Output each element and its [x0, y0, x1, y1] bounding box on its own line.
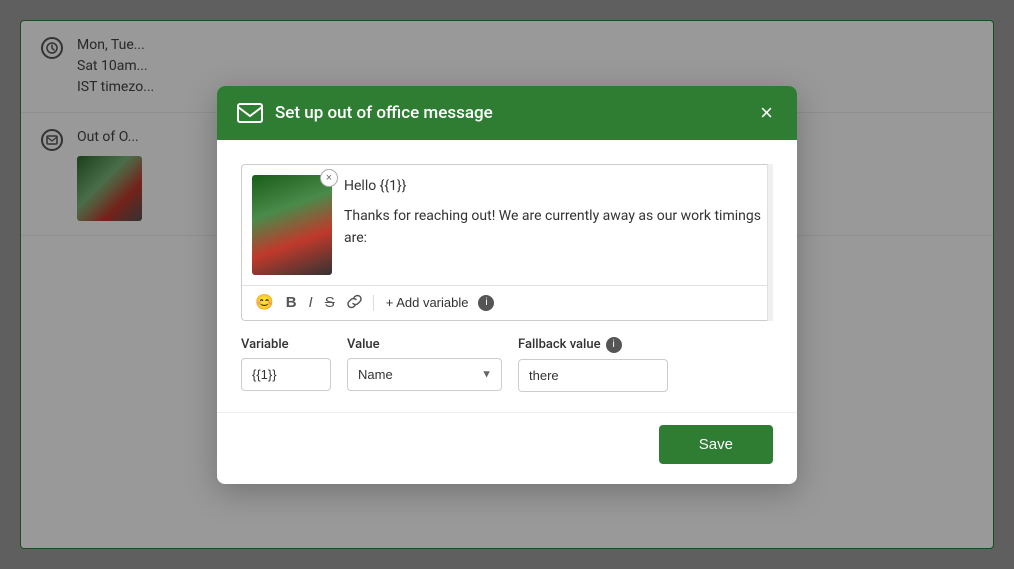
modal-overlay: Set up out of office message × × Hello {…: [0, 0, 1014, 569]
variable-field-group: Variable: [241, 337, 331, 391]
fallback-label: Fallback value: [518, 337, 601, 352]
fallback-input[interactable]: [518, 359, 668, 392]
scrollbar[interactable]: [767, 164, 773, 321]
message-line-1: Hello {{1}}: [344, 175, 762, 197]
message-text: Hello {{1}} Thanks for reaching out! We …: [344, 175, 762, 275]
message-image-wrap: ×: [252, 175, 332, 275]
variable-row: Variable Value Name Email Phone Custom ▼: [241, 337, 773, 392]
modal-header-left: Set up out of office message: [237, 103, 493, 123]
italic-button[interactable]: I: [306, 293, 316, 312]
remove-image-button[interactable]: ×: [320, 169, 338, 187]
add-variable-button[interactable]: + Add variable: [382, 293, 473, 312]
toolbar-info-icon[interactable]: i: [478, 295, 494, 311]
message-image: [252, 175, 332, 275]
mail-header-icon: [237, 103, 263, 123]
message-editor-wrap: × Hello {{1}} Thanks for reaching out! W…: [241, 164, 773, 321]
save-button[interactable]: Save: [659, 425, 773, 464]
editor-toolbar: 😊 B I S + Add variable: [242, 285, 772, 320]
value-label: Value: [347, 337, 502, 352]
toolbar-divider: [373, 295, 374, 311]
message-line-2: Thanks for reaching out! We are currentl…: [344, 205, 762, 250]
strike-button[interactable]: S: [322, 293, 338, 312]
fallback-field-group: Fallback value i: [518, 337, 668, 392]
value-field-group: Value Name Email Phone Custom ▼: [347, 337, 502, 391]
message-editor[interactable]: × Hello {{1}} Thanks for reaching out! W…: [241, 164, 773, 321]
modal-footer: Save: [217, 412, 797, 484]
bold-button[interactable]: B: [283, 293, 300, 312]
link-icon: [347, 294, 362, 309]
add-variable-label: + Add variable: [386, 295, 469, 310]
value-select[interactable]: Name Email Phone Custom: [347, 358, 502, 391]
emoji-button[interactable]: 😊: [252, 293, 277, 312]
variable-input[interactable]: [241, 358, 331, 391]
value-select-wrap: Name Email Phone Custom ▼: [347, 358, 502, 391]
message-content: × Hello {{1}} Thanks for reaching out! W…: [242, 165, 772, 285]
close-button[interactable]: ×: [756, 102, 777, 124]
fallback-label-row: Fallback value i: [518, 337, 668, 353]
modal-title: Set up out of office message: [275, 103, 493, 123]
link-button[interactable]: [344, 292, 365, 314]
fallback-info-icon[interactable]: i: [606, 337, 622, 353]
modal-dialog: Set up out of office message × × Hello {…: [217, 86, 797, 484]
variable-label: Variable: [241, 337, 331, 352]
modal-body: × Hello {{1}} Thanks for reaching out! W…: [217, 140, 797, 412]
modal-header: Set up out of office message ×: [217, 86, 797, 140]
